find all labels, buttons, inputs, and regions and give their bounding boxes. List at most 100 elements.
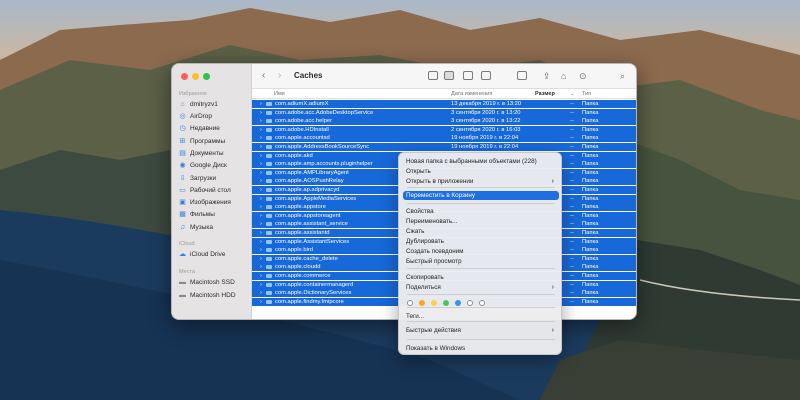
column-header-size[interactable]: Размер	[535, 91, 555, 97]
disclosure-chevron-icon[interactable]: ›	[260, 229, 262, 237]
sidebar-item-movies[interactable]: ▦ Фильмы	[179, 211, 215, 218]
tag-color-dot[interactable]	[419, 300, 425, 306]
menu-item[interactable]: Создать псевдоним	[403, 247, 559, 256]
file-date: 19 ноября 2019 г. в 22:04	[451, 135, 519, 142]
sidebar-item-pictures[interactable]: ▣ Изображения	[179, 199, 231, 206]
tag-color-dot[interactable]	[407, 300, 413, 306]
menu-item[interactable]: Быстрые действия ›	[403, 326, 559, 335]
sidebar-item-music[interactable]: ♫ Музыка	[179, 224, 213, 231]
folder-icon	[266, 119, 272, 124]
sidebar-item-macintosh-hdd[interactable]: ▬ Macintosh HDD	[179, 292, 236, 299]
group-by-icon[interactable]	[517, 71, 527, 80]
folder-icon	[266, 188, 272, 192]
menu-item-label: Быстрый просмотр	[406, 258, 462, 265]
disclosure-chevron-icon[interactable]: ›	[260, 152, 262, 160]
tag-color-dot[interactable]	[443, 300, 449, 306]
search-icon[interactable]: ⌕	[620, 71, 625, 81]
disclosure-chevron-icon[interactable]: ›	[260, 212, 262, 220]
zoom-button[interactable]	[203, 73, 210, 80]
menu-item[interactable]: Переместить в Корзину	[403, 191, 559, 200]
disclosure-chevron-icon[interactable]: ›	[260, 117, 262, 125]
menu-item[interactable]: Дублировать	[403, 237, 559, 246]
tag-color-dot[interactable]	[455, 300, 461, 306]
sidebar-item-documents[interactable]: ▤ Документы	[179, 150, 223, 157]
disclosure-chevron-icon[interactable]: ›	[260, 281, 262, 289]
folder-icon	[266, 299, 272, 304]
table-row[interactable]: › com.adobe.acc.AdobeDesktopService 3 сент…	[252, 108, 636, 117]
table-row[interactable]: › com.apple.AddressBookSourceSync 19 ноябр…	[252, 143, 636, 151]
sidebar-item-recents[interactable]: ◷ Недавние	[179, 125, 219, 132]
more-actions-icon[interactable]: ⊙	[579, 71, 587, 81]
table-row[interactable]: › com.adobe.acc.helper 3 сентября 2020 г. …	[252, 117, 636, 126]
tag-color-dot[interactable]	[479, 300, 485, 306]
disclosure-chevron-icon[interactable]: ›	[260, 143, 262, 151]
sidebar-item-airdrop[interactable]: ◎ AirDrop	[179, 113, 212, 120]
cloud-drive-icon: ◉	[179, 162, 186, 169]
disclosure-chevron-icon[interactable]: ›	[260, 100, 262, 108]
menu-item[interactable]: Теги...	[403, 312, 559, 321]
disclosure-chevron-icon[interactable]: ›	[260, 134, 262, 142]
file-name: com.apple.cloudd	[275, 264, 321, 271]
disclosure-chevron-icon[interactable]: ›	[260, 263, 262, 271]
disclosure-chevron-icon[interactable]: ›	[260, 160, 262, 168]
sidebar-item-desktop[interactable]: ▭ Рабочий стол	[179, 187, 231, 194]
share-icon[interactable]: ⇪	[543, 71, 551, 81]
tag-icon[interactable]: ⌂	[561, 71, 566, 81]
disclosure-chevron-icon[interactable]: ›	[260, 109, 262, 117]
table-row[interactable]: › com.apple.accountsd 19 ноября 2019 г. в …	[252, 134, 636, 143]
disclosure-chevron-icon[interactable]: ›	[260, 272, 262, 280]
menu-item[interactable]: Показать в Windows	[403, 344, 559, 353]
disclosure-chevron-icon[interactable]: ›	[260, 195, 262, 203]
folder-icon	[266, 102, 272, 106]
column-header-name[interactable]: Имя	[274, 91, 285, 97]
menu-item[interactable]: Свойства	[403, 207, 559, 216]
file-name: com.apple.findmy.fmipcore	[275, 298, 344, 305]
disclosure-chevron-icon[interactable]: ›	[260, 169, 262, 177]
icon-view-icon[interactable]	[428, 71, 438, 80]
disclosure-chevron-icon[interactable]: ›	[260, 298, 262, 306]
minimize-button[interactable]	[192, 73, 199, 80]
disclosure-chevron-icon[interactable]: ›	[260, 220, 262, 228]
table-row[interactable]: › com.adobe.HDInstall 2 сентября 2020 г. в…	[252, 125, 636, 134]
sidebar-item-google-drive[interactable]: ◉ Google Диск	[179, 162, 226, 169]
file-size: --	[570, 273, 574, 279]
tag-color-dot[interactable]	[467, 300, 473, 306]
sidebar-item-label: Фильмы	[190, 211, 215, 218]
back-button[interactable]: ‹	[262, 71, 265, 81]
menu-item[interactable]: Скопировать	[403, 273, 559, 282]
column-header-type[interactable]: Тип	[582, 91, 591, 97]
menu-item[interactable]: Открыть в приложении ›	[403, 177, 559, 186]
file-type: Папка	[582, 255, 599, 262]
sidebar-item-label: AirDrop	[190, 113, 213, 120]
menu-item[interactable]: Открыть	[403, 167, 559, 176]
list-view-icon[interactable]	[444, 71, 454, 80]
close-button[interactable]	[181, 73, 188, 80]
disclosure-chevron-icon[interactable]: ›	[260, 238, 262, 246]
forward-button[interactable]: ›	[278, 71, 281, 81]
folder-icon	[266, 274, 272, 278]
tag-color-dot[interactable]	[431, 300, 437, 306]
column-view-icon[interactable]	[463, 71, 473, 80]
menu-item[interactable]: Переименовать...	[403, 217, 559, 226]
sidebar-item-applications[interactable]: ⊞ Программы	[179, 138, 226, 145]
disclosure-chevron-icon[interactable]: ›	[260, 246, 262, 254]
gallery-view-icon[interactable]	[481, 71, 491, 80]
folder-icon	[266, 248, 272, 253]
disclosure-chevron-icon[interactable]: ›	[260, 289, 262, 297]
menu-item[interactable]: Сжать	[403, 227, 559, 236]
disclosure-chevron-icon[interactable]: ›	[260, 186, 262, 194]
sidebar-item-macintosh-ssd[interactable]: ▬ Macintosh SSD	[179, 279, 235, 286]
disclosure-chevron-icon[interactable]: ›	[260, 177, 262, 185]
sidebar-item-icloud-drive[interactable]: ☁ iCloud Drive	[179, 251, 225, 258]
disclosure-chevron-icon[interactable]: ›	[260, 255, 262, 263]
menu-item[interactable]: Новая папка с выбранными объектами (228)	[403, 157, 559, 166]
menu-item[interactable]: Поделиться ›	[403, 283, 559, 292]
column-header-date[interactable]: Дата изменения	[451, 91, 492, 97]
sidebar-item-home[interactable]: ⌂ dmitryzv1	[179, 101, 217, 108]
disclosure-chevron-icon[interactable]: ›	[260, 126, 262, 134]
desktop-icon: ▭	[179, 187, 186, 194]
disclosure-chevron-icon[interactable]: ›	[260, 203, 262, 211]
menu-item[interactable]: Быстрый просмотр	[403, 257, 559, 266]
table-row[interactable]: › com.adiumX.adiumX 13 декабря 2019 г. в 1…	[252, 100, 636, 108]
sidebar-item-downloads[interactable]: ⇩ Загрузки	[179, 175, 217, 182]
